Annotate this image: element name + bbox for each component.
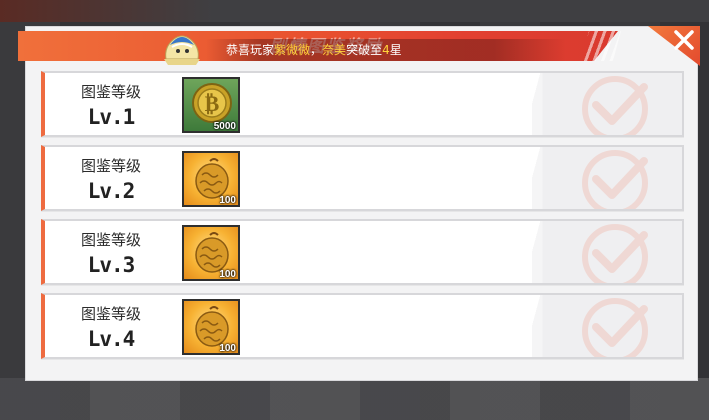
reward-count: 100 xyxy=(219,195,236,206)
announce-action: 突破至 xyxy=(346,43,383,57)
reward-count: 100 xyxy=(219,269,236,280)
svg-text:₿: ₿ xyxy=(205,91,220,116)
announce-character: 奈美 xyxy=(322,43,347,57)
row-label: 图鉴等级 xyxy=(80,231,141,249)
announce-player: 紫微微 xyxy=(274,43,311,57)
row-label: 图鉴等级 xyxy=(80,305,141,323)
reward-row-lv3: 图鉴等级 Lv.3 100 xyxy=(41,219,684,285)
backdrop-top-strip xyxy=(0,0,709,22)
reward-count: 100 xyxy=(219,343,236,354)
close-button[interactable] xyxy=(672,28,696,52)
claimed-check-icon xyxy=(582,76,648,135)
claimed-check-icon xyxy=(582,298,648,357)
row-level: Lv.4 xyxy=(87,327,136,351)
announce-stars: 4 xyxy=(382,43,390,57)
close-icon xyxy=(674,30,694,50)
claimed-check-icon xyxy=(582,224,648,283)
reward-item[interactable]: ₿ 5000 xyxy=(182,77,240,133)
claimed-check-icon xyxy=(582,150,648,209)
mascot-icon xyxy=(160,25,204,67)
announcement-banner: 恭喜玩家紫微微，奈美突破至4星 xyxy=(206,39,566,61)
row-level: Lv.2 xyxy=(87,179,136,203)
announce-sep: ， xyxy=(310,43,323,57)
announce-prefix: 恭喜玩家 xyxy=(226,43,275,57)
row-label: 图鉴等级 xyxy=(80,157,141,175)
reward-count: 5000 xyxy=(213,121,236,132)
reward-item[interactable]: 100 xyxy=(182,299,240,355)
row-level: Lv.1 xyxy=(87,105,136,129)
reward-row-lv1: 图鉴等级 Lv.1 ₿ 5000 xyxy=(41,71,684,137)
backdrop-bottom-strip xyxy=(0,378,709,420)
reward-item[interactable]: 100 xyxy=(182,151,240,207)
announce-suffix: 星 xyxy=(389,43,402,57)
row-level: Lv.3 xyxy=(87,253,136,277)
reward-row-lv2: 图鉴等级 Lv.2 100 xyxy=(41,145,684,211)
reward-item[interactable]: 100 xyxy=(182,225,240,281)
reward-row-lv4: 图鉴等级 Lv.4 100 xyxy=(41,293,684,359)
row-label: 图鉴等级 xyxy=(80,83,141,101)
reward-dialog: 剧情图鉴奖励 恭喜玩家紫微微，奈美突破至4星 图鉴等级 Lv.1 ₿ 50 xyxy=(18,25,700,381)
